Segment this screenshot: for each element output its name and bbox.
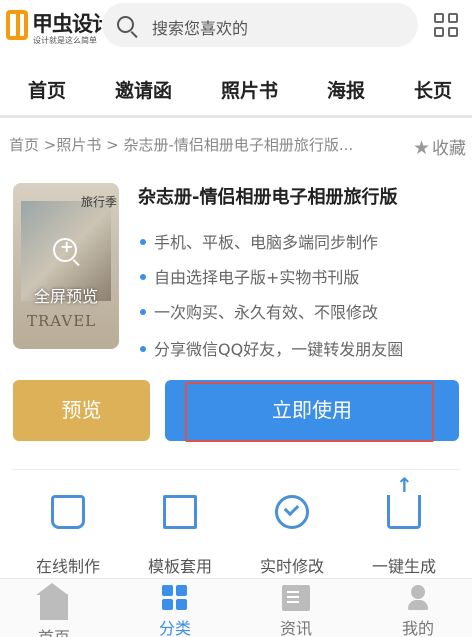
feature-label: 实时修改 xyxy=(259,557,324,576)
bottom-tab-bar: 首页 分类 资讯 我的 xyxy=(0,578,472,637)
logo-mark-icon xyxy=(6,10,28,40)
product-title: 杂志册-情侣相册电子相册旅行版 xyxy=(138,187,398,208)
feature-label: 模板套用 xyxy=(147,557,212,576)
tab-home[interactable]: 首页 xyxy=(24,583,84,637)
feature-item: 分享微信QQ好友，一键转发朋友圈 xyxy=(140,336,403,360)
zoom-in-icon xyxy=(53,237,77,262)
feature-text: 一次购买、永久有效、不限修改 xyxy=(154,303,379,322)
upload-icon xyxy=(387,473,421,529)
tab-label: 分类 xyxy=(158,619,191,637)
nav-item-home[interactable]: 首页 xyxy=(28,76,66,103)
header: 甲虫设计 设计就是这么简单 搜索您喜欢的 xyxy=(0,0,472,56)
bullet-icon xyxy=(140,345,146,352)
fullscreen-preview-label: 全屏预览 xyxy=(33,287,98,306)
feature-online-make[interactable]: 在线制作 xyxy=(12,495,124,576)
tab-category[interactable]: 分类 xyxy=(145,585,205,637)
search-placeholder: 搜索您喜欢的 xyxy=(152,19,249,38)
category-icon xyxy=(161,585,189,611)
search-icon xyxy=(117,16,134,33)
tab-label: 我的 xyxy=(401,619,434,637)
tab-me[interactable]: 我的 xyxy=(388,585,448,637)
feature-realtime-edit[interactable]: 实时修改 xyxy=(236,495,348,576)
preview-button[interactable]: 预览 xyxy=(13,380,150,441)
check-circle-icon xyxy=(275,495,309,529)
use-now-button[interactable]: 立即使用 xyxy=(165,380,459,442)
feature-item: 自由选择电子版+实物书刊版 xyxy=(140,264,359,288)
feature-item: 手机、平板、电脑多端同步制作 xyxy=(140,229,378,253)
divider xyxy=(13,469,459,470)
collect-button[interactable]: ★ 收藏 xyxy=(413,134,466,159)
product-thumbnail[interactable]: 旅行季 TRAVEL 全屏预览 xyxy=(13,183,119,349)
logo-slogan: 设计就是这么简单 xyxy=(33,36,97,45)
thumbs-up-icon xyxy=(51,495,85,529)
news-icon xyxy=(282,585,310,611)
home-icon xyxy=(36,583,68,620)
category-nav: 首页 邀请函 照片书 海报 长页 xyxy=(0,56,472,118)
nav-item-photobook[interactable]: 照片书 xyxy=(221,76,278,103)
user-icon xyxy=(404,585,432,611)
feature-label: 在线制作 xyxy=(35,557,100,576)
feature-template[interactable]: 模板套用 xyxy=(124,495,236,576)
logo-name: 甲虫设计 xyxy=(32,12,102,36)
logo[interactable]: 甲虫设计 设计就是这么简单 xyxy=(6,6,102,46)
feature-one-click[interactable]: 一键生成 xyxy=(348,473,460,576)
breadcrumb[interactable]: 首页 >照片书 > 杂志册-情侣相册电子相册旅行版... xyxy=(9,134,409,155)
feature-text: 分享微信QQ好友，一键转发朋友圈 xyxy=(154,340,404,359)
bullet-icon xyxy=(140,238,146,245)
feature-text: 自由选择电子版+实物书刊版 xyxy=(154,268,360,287)
tab-label: 首页 xyxy=(24,624,84,637)
tab-label: 资讯 xyxy=(279,619,312,637)
grid-menu-icon[interactable] xyxy=(434,13,460,39)
nav-item-invitation[interactable]: 邀请函 xyxy=(115,76,172,103)
feature-label: 一键生成 xyxy=(371,557,436,576)
search-input[interactable]: 搜索您喜欢的 xyxy=(102,3,418,47)
collect-label: 收藏 xyxy=(432,139,467,159)
feature-item: 一次购买、永久有效、不限修改 xyxy=(140,299,378,323)
feature-text: 手机、平板、电脑多端同步制作 xyxy=(154,233,379,252)
tab-news[interactable]: 资讯 xyxy=(266,585,326,637)
bullet-icon xyxy=(140,273,146,280)
nav-item-longpage[interactable]: 长页 xyxy=(414,76,452,103)
use-now-label: 立即使用 xyxy=(272,398,352,422)
thumbnail-cn-text: 旅行季 xyxy=(81,195,118,209)
star-icon: ★ xyxy=(413,137,431,159)
thumbnail-word: TRAVEL xyxy=(27,312,97,330)
bullet-icon xyxy=(140,308,146,315)
nav-item-poster[interactable]: 海报 xyxy=(327,76,365,103)
folder-icon xyxy=(163,495,197,529)
